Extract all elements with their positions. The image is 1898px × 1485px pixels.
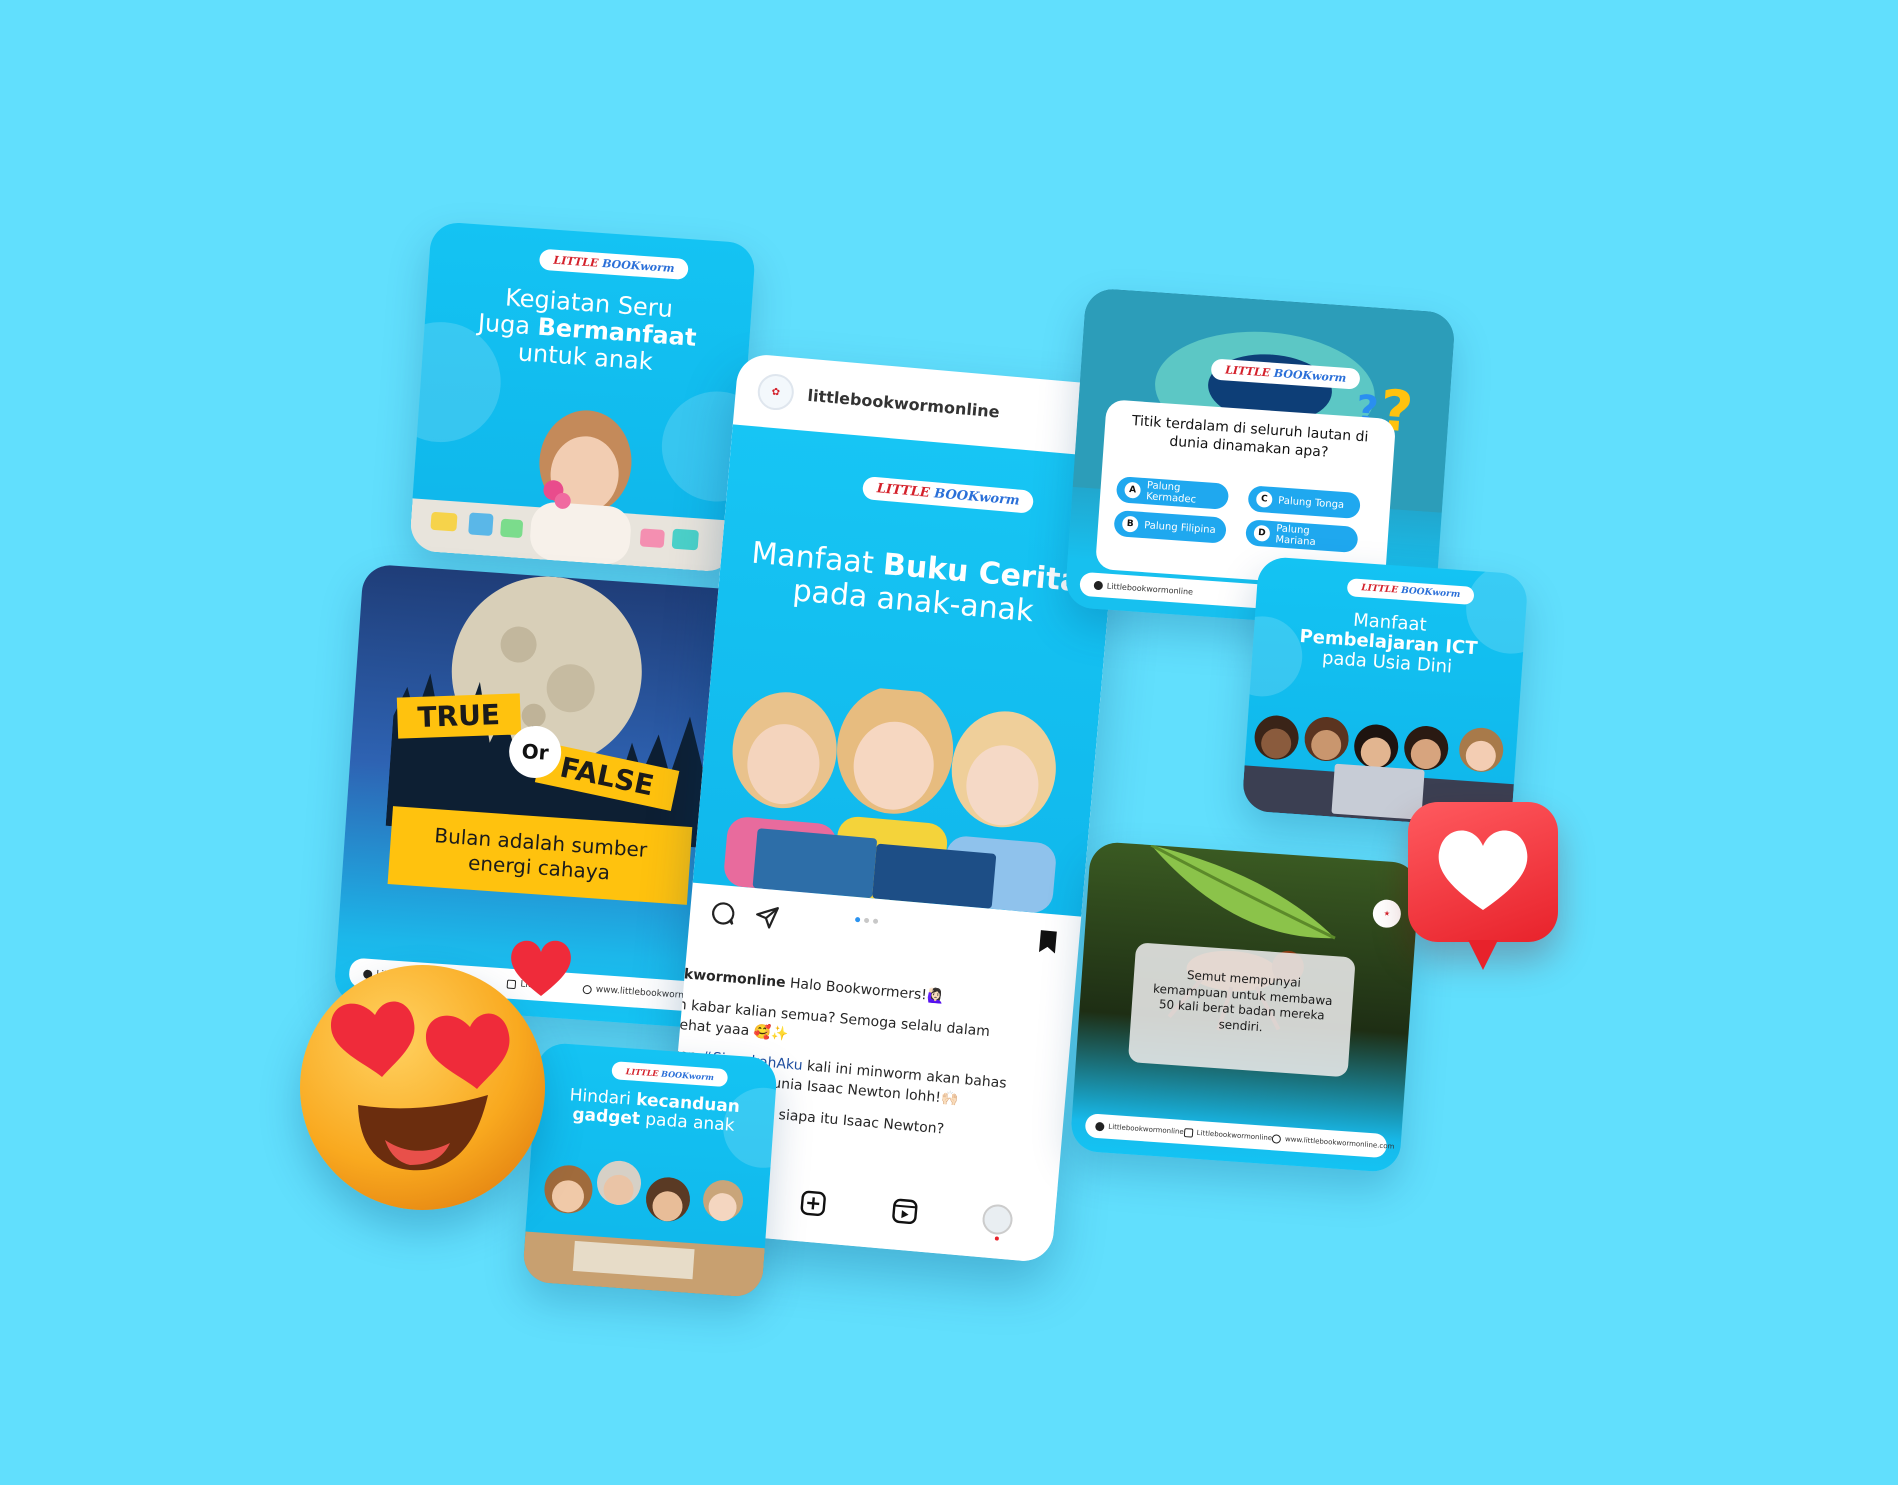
bookmark-icon[interactable]	[1036, 928, 1060, 956]
post-image[interactable]: LITTLE BOOKworm Manfaat Buku Cerita pada…	[692, 424, 1122, 917]
quiz-option-d[interactable]: D Palung Mariana	[1245, 519, 1359, 553]
true-label: TRUE	[396, 693, 521, 739]
profile-avatar[interactable]: ✿	[756, 372, 796, 412]
kids-reading-photo	[724, 685, 1056, 913]
reels-icon[interactable]	[890, 1196, 920, 1226]
quiz-option-b[interactable]: B Palung Filipina	[1113, 510, 1227, 544]
heart-icon	[511, 940, 571, 996]
instagram-icon	[1183, 1127, 1194, 1138]
family-game-photo	[521, 1160, 765, 1299]
comment-icon[interactable]	[709, 899, 737, 927]
post-card-hindari[interactable]: LITTLE BOOKworm Hindari kecanduan gadget…	[521, 1041, 779, 1299]
globe-icon	[1271, 1133, 1282, 1144]
card-headline: Hindari kecanduan gadget pada anak	[569, 1085, 741, 1136]
post-card-kegiatan[interactable]: LITTLE BOOKworm Kegiatan Seru Juga Berma…	[408, 221, 757, 573]
fact-panel: Semut mempunyai kemampuan untuk membawa …	[1127, 942, 1356, 1078]
globe-icon	[582, 984, 593, 994]
brand-logo: LITTLE BOOKworm	[1346, 578, 1475, 605]
post-card-ict[interactable]: LITTLE BOOKworm Manfaat Pembelajaran ICT…	[1241, 555, 1529, 830]
child-photo	[408, 410, 737, 573]
add-post-icon[interactable]	[798, 1188, 828, 1218]
quiz-option-c[interactable]: C Palung Tonga	[1247, 485, 1361, 520]
heart-eyes-emoji-icon	[300, 965, 545, 1210]
quiz-panel: Titik terdalam di seluruh lautan di duni…	[1095, 399, 1397, 589]
facebook-icon	[1095, 1121, 1105, 1131]
card-footer: Littlebookwormonline Littlebookwormonlin…	[1084, 1113, 1395, 1159]
like-notification-icon	[1408, 802, 1558, 970]
post-username[interactable]: littlebookwormonline	[807, 385, 1001, 421]
post-card-semut[interactable]: ★ Semut mempunyai kemampuan untuk membaw…	[1069, 840, 1421, 1174]
brand-logo: LITTLE BOOKworm	[861, 476, 1035, 514]
quiz-option-a[interactable]: A Palung Kermadec	[1115, 476, 1230, 510]
brand-logo: LITTLE BOOKworm	[611, 1061, 729, 1088]
facebook-icon	[1093, 580, 1104, 590]
post-headline: Manfaat Buku Cerita pada anak-anak	[750, 535, 1082, 629]
brand-logo: LITTLE BOOKworm	[538, 248, 690, 281]
share-icon[interactable]	[753, 903, 781, 931]
profile-tab-avatar[interactable]	[981, 1203, 1014, 1241]
quiz-question: Titik terdalam di seluruh lautan di duni…	[1131, 412, 1369, 461]
